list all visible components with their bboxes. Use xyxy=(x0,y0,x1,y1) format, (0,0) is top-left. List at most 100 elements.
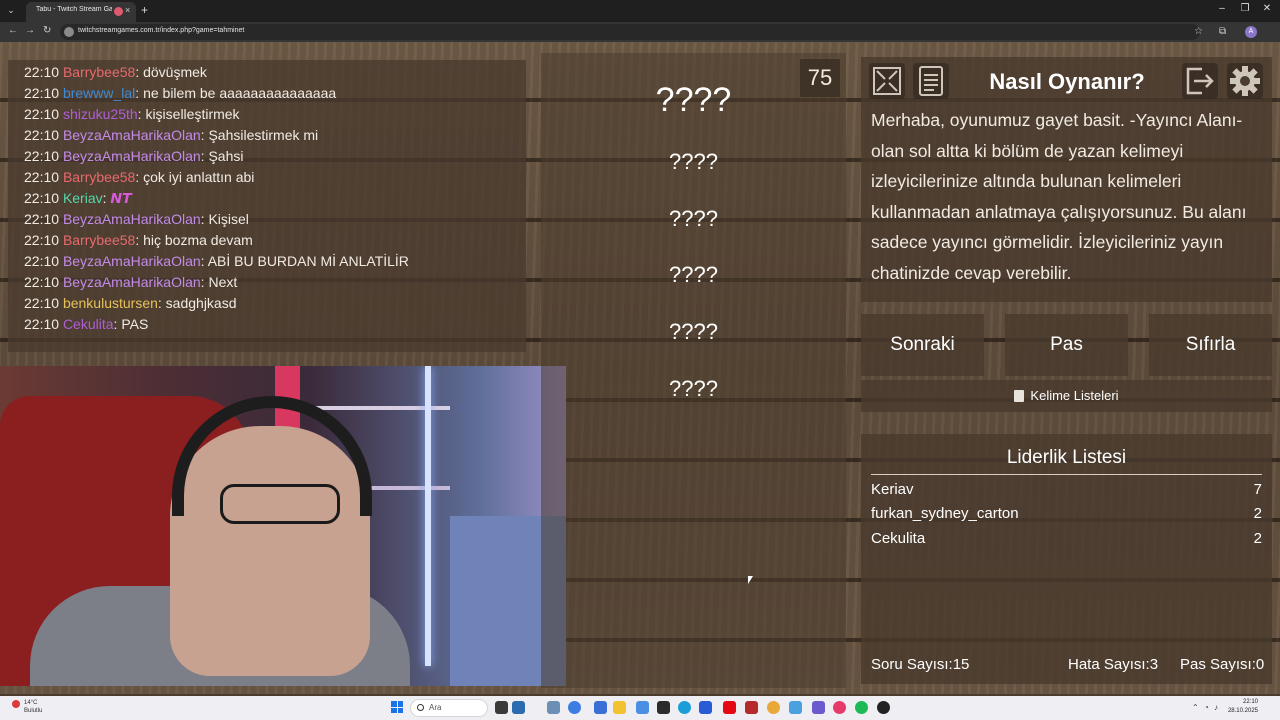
chat-message: 22:10 BeyzaAmaHarikaOlan: ABİ BU BURDAN … xyxy=(24,253,409,269)
profile-avatar[interactable]: A xyxy=(1245,26,1257,38)
new-tab-button[interactable]: + xyxy=(141,3,148,17)
taboo-word: ???? xyxy=(669,319,718,344)
copilot-icon[interactable] xyxy=(568,701,581,714)
widgets-icon[interactable] xyxy=(512,701,525,714)
file-explorer-icon[interactable] xyxy=(613,701,626,714)
netflix-icon[interactable] xyxy=(723,701,736,714)
leaderboard-row: Keriav 7 xyxy=(871,478,1262,502)
obs-icon[interactable] xyxy=(812,701,825,714)
chat-username: Cekulita xyxy=(62,316,114,332)
chat-message: 22:10 Barrybee58: dövüşmek xyxy=(24,64,207,80)
app-icon[interactable] xyxy=(745,701,758,714)
tray-chevron-icon[interactable]: ⌃ xyxy=(1192,703,1199,712)
leaderboard-row: furkan_sydney_carton 2 xyxy=(871,502,1262,526)
chat-message: 22:10 BeyzaAmaHarikaOlan: Şahsilestirmek… xyxy=(24,127,319,143)
pass-count: Pas Sayısı:0 xyxy=(1180,656,1265,673)
store-icon[interactable] xyxy=(636,701,649,714)
spotify-icon[interactable] xyxy=(855,701,868,714)
reload-button[interactable]: ↻ xyxy=(43,25,51,36)
reset-button[interactable]: Sıfırla xyxy=(1149,314,1272,376)
pass-button[interactable]: Pas xyxy=(1005,314,1128,376)
chat-username: Barrybee58 xyxy=(62,232,136,248)
next-button[interactable]: Sonraki xyxy=(861,314,984,376)
chat-username: Barrybee58 xyxy=(62,64,136,80)
player-score: 2 xyxy=(1253,530,1262,547)
chat-username: BeyzaAmaHarikaOlan xyxy=(62,274,201,290)
game-page: 22:10 Barrybee58: dövüşmek 22:10 brewww_… xyxy=(0,42,1280,694)
word-lists-button[interactable]: Kelime Listeleri xyxy=(861,380,1272,412)
mouse-cursor xyxy=(748,576,753,584)
windows-taskbar: 14°C Bulutlu Ara ⌃ ◔ ♪ 22:10 28.10.2025 xyxy=(0,696,1280,720)
chat-message: 22:10 Barrybee58: hiç bozma devam xyxy=(24,232,253,248)
webcam-overlay xyxy=(0,366,566,686)
chat-message: 22:10 brewww_lal: ne bilem be aaaaaaaaaa… xyxy=(24,85,337,101)
chat-panel: 22:10 Barrybee58: dövüşmek 22:10 brewww_… xyxy=(8,60,526,352)
leaderboard-panel: Liderlik Listesi Keriav 7 furkan_sydney_c… xyxy=(861,434,1272,684)
bookmark-star-icon[interactable]: ☆ xyxy=(1194,26,1203,37)
chat-username: BeyzaAmaHarikaOlan xyxy=(62,253,201,269)
browser-tab[interactable]: Tabu - Twitch Stream Games × xyxy=(26,2,136,22)
chat-message: 22:10 benkulustursen: sadghjkasd xyxy=(24,295,237,311)
back-button[interactable]: ← xyxy=(8,25,18,36)
how-to-play-panel: Nasıl Oynanır? Merhaba, oyunumuz gayet b… xyxy=(861,57,1272,302)
taboo-word: ???? xyxy=(669,376,718,401)
document-icon[interactable] xyxy=(913,63,949,99)
volume-icon[interactable]: ♪ xyxy=(1214,703,1218,712)
chat-username: brewww_lal xyxy=(62,85,136,101)
app-icon[interactable] xyxy=(789,701,802,714)
site-info-icon[interactable] xyxy=(64,27,74,37)
photos-icon[interactable] xyxy=(547,701,560,714)
app-icon[interactable] xyxy=(877,701,890,714)
url-bar[interactable]: twitchstreamgames.com.tr/index.php?game=… xyxy=(60,24,1200,40)
chat-message: 22:10 Cekulita: PAS xyxy=(24,316,149,332)
wifi-icon[interactable]: ◔ xyxy=(1204,703,1209,712)
chat-username: benkulustursen xyxy=(62,295,158,311)
fullscreen-icon[interactable] xyxy=(869,63,905,99)
opera-icon[interactable] xyxy=(833,701,846,714)
streamer-area: 75 ???? ???? ???? ???? ???? ???? xyxy=(541,53,846,688)
exit-icon[interactable] xyxy=(1182,63,1218,99)
close-window-button[interactable]: ✕ xyxy=(1260,3,1274,14)
weather-widget[interactable]: 14°C Bulutlu xyxy=(24,699,42,715)
taskbar-clock[interactable]: 22:10 28.10.2025 xyxy=(1226,698,1258,716)
chat-username: BeyzaAmaHarikaOlan xyxy=(62,127,201,143)
player-score: 2 xyxy=(1253,505,1262,522)
taboo-word: ???? xyxy=(669,206,718,231)
forward-button[interactable]: → xyxy=(25,25,35,36)
terminal-icon[interactable] xyxy=(657,701,670,714)
chat-message: 22:10 BeyzaAmaHarikaOlan: Şahsi xyxy=(24,148,244,164)
vscode-icon[interactable] xyxy=(699,701,712,714)
chat-message: 22:10 BeyzaAmaHarikaOlan: Next xyxy=(24,274,238,290)
chat-username: Barrybee58 xyxy=(62,169,136,185)
edge-icon[interactable] xyxy=(678,701,691,714)
chat-username: BeyzaAmaHarikaOlan xyxy=(62,148,201,164)
tab-search-button[interactable]: ⌄ xyxy=(4,3,18,17)
chat-username: Keriav xyxy=(62,190,103,206)
start-button[interactable] xyxy=(391,701,403,713)
webcam-glasses xyxy=(220,484,340,524)
clipboard-icon xyxy=(1014,390,1025,402)
minimize-button[interactable]: – xyxy=(1215,3,1229,14)
chat-message: 22:10 BeyzaAmaHarikaOlan: Kişisel xyxy=(24,211,249,227)
tab-audio-icon[interactable] xyxy=(114,7,123,16)
chrome-icon[interactable] xyxy=(767,701,780,714)
gear-icon[interactable] xyxy=(1227,63,1263,99)
browser-tab-bar: ⌄ Tabu - Twitch Stream Games × + – ❐ ✕ xyxy=(0,0,1280,22)
error-count: Hata Sayısı:3 xyxy=(1068,656,1159,673)
player-name: Cekulita xyxy=(871,530,926,547)
url-text: twitchstreamgames.com.tr/index.php?game=… xyxy=(78,27,245,34)
player-score: 7 xyxy=(1253,481,1262,498)
maximize-button[interactable]: ❐ xyxy=(1238,3,1252,14)
taboo-word: ???? xyxy=(669,262,718,287)
chat-message: 22:10 Barrybee58: çok iyi anlattın abi xyxy=(24,169,255,185)
word-lists-label: Kelime Listeleri xyxy=(1030,388,1119,403)
taskbar-search[interactable]: Ara xyxy=(410,699,488,717)
task-view-icon[interactable] xyxy=(495,701,508,714)
weather-icon[interactable] xyxy=(12,700,20,708)
extensions-icon[interactable]: ⧉ xyxy=(1219,26,1226,37)
taboo-word: ???? xyxy=(669,149,718,174)
divider xyxy=(871,474,1262,475)
chat-username: BeyzaAmaHarikaOlan xyxy=(62,211,201,227)
tab-close-button[interactable]: × xyxy=(125,5,130,15)
mail-icon[interactable] xyxy=(594,701,607,714)
